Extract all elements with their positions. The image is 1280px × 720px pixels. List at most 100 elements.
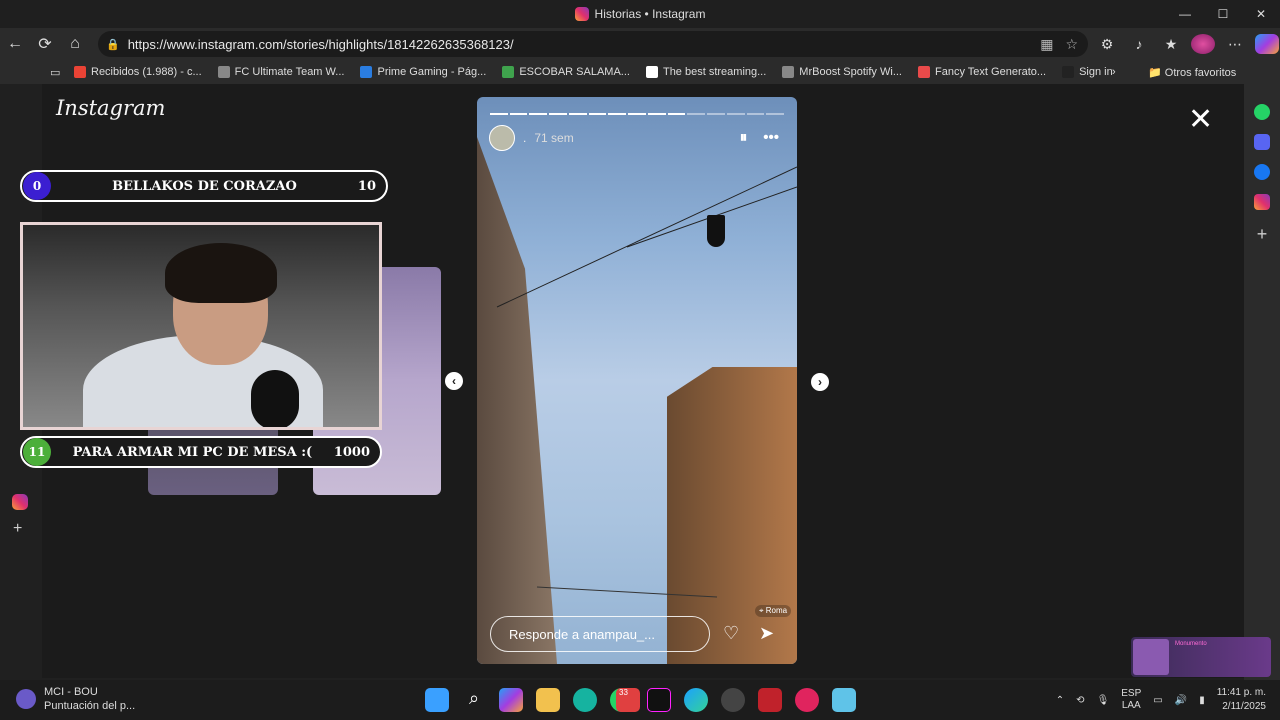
window-controls: — ☐ ✕	[1166, 0, 1280, 28]
new-tab-icon[interactable]: +	[13, 520, 22, 538]
network-icon[interactable]: ▭	[1153, 695, 1162, 706]
edge-icon[interactable]	[684, 688, 708, 712]
pause-icon[interactable]: ⏸	[740, 129, 748, 146]
language-code: ESP	[1121, 688, 1142, 699]
reply-input[interactable]: Responde a anampau_...	[490, 616, 710, 652]
close-story-button[interactable]: ✕	[1188, 102, 1213, 137]
bookmark-item[interactable]: Prime Gaming - Pág...	[360, 66, 486, 78]
file-explorer-icon[interactable]	[536, 688, 560, 712]
story-controls: ⏸ •••	[740, 129, 779, 146]
streamer-hair	[165, 243, 277, 303]
lock-icon[interactable]: 🔒	[106, 38, 120, 51]
copilot-taskbar-icon[interactable]	[499, 688, 523, 712]
music-overlay: Monumento	[1131, 637, 1271, 677]
bookmark-label: Fancy Text Generato...	[935, 66, 1047, 78]
maximize-button[interactable]: ☐	[1204, 0, 1242, 28]
other-favorites-label: Otros favoritos	[1164, 66, 1237, 79]
bookmark-favicon	[1062, 66, 1075, 78]
bookmark-item[interactable]: Recibidos (1.988) - c...	[74, 66, 202, 78]
location-sticker[interactable]: ⌖ Roma	[755, 605, 792, 617]
address-row: ← ⟳ ⌂ 🔒 https://www.instagram.com/storie…	[0, 28, 1280, 60]
goal-bar-bottom: 11 PARA ARMAR MI PC DE MESA :( 1000	[20, 436, 382, 468]
whatsapp-icon[interactable]	[1254, 104, 1270, 120]
windows-taskbar: MCI - BOU Puntuación del p... ⌕ 33 ⌃ ⟲ 🎙…	[0, 680, 1280, 720]
instagram-tab-icon[interactable]	[12, 494, 28, 510]
progress-segment	[549, 113, 567, 115]
progress-segment	[667, 113, 686, 115]
progress-segment	[529, 113, 548, 115]
back-icon[interactable]: ←	[0, 29, 30, 59]
next-story-button[interactable]: ›	[811, 373, 829, 391]
copilot-icon[interactable]	[1255, 34, 1279, 54]
chevron-right-icon[interactable]: ›	[1112, 66, 1116, 78]
previous-story-button[interactable]: ‹	[445, 372, 463, 390]
more-menu-icon[interactable]: ⋯	[1223, 36, 1247, 53]
clock[interactable]: 11:41 p. m. 2/11/2025	[1217, 686, 1266, 714]
close-window-button[interactable]: ✕	[1242, 0, 1280, 28]
favorite-star-icon[interactable]: ☆	[1065, 36, 1078, 53]
apps-icon[interactable]: ▦	[1040, 36, 1053, 53]
obs-icon[interactable]	[721, 688, 745, 712]
album-cover	[1133, 639, 1169, 675]
instagram-icon	[574, 7, 589, 21]
home-icon[interactable]: ⌂	[60, 29, 90, 59]
favorites-icon[interactable]: ★	[1159, 36, 1183, 53]
progress-segment	[490, 113, 508, 115]
progress-segment	[628, 113, 646, 115]
tiktok-icon[interactable]	[647, 688, 671, 712]
bookmark-item[interactable]: The best streaming...	[645, 66, 767, 78]
discord-icon[interactable]	[1254, 134, 1270, 150]
bookmarks-toggle-icon[interactable]: ▭	[50, 66, 64, 79]
bookmark-item[interactable]: Fancy Text Generato...	[918, 66, 1046, 78]
song-title: Monumento	[1175, 641, 1207, 647]
bookmarks-bar: ▭ Recibidos (1.988) - c... FC Ultimate Te…	[0, 60, 1280, 84]
minimize-button[interactable]: —	[1166, 0, 1204, 28]
mic-icon[interactable]: 🎙	[1097, 695, 1110, 706]
sync-icon[interactable]: ⟲	[1076, 695, 1084, 706]
instagram-logo[interactable]: Instagram	[56, 96, 165, 120]
battery-icon[interactable]: ▮	[1199, 695, 1205, 706]
add-sidebar-icon[interactable]: +	[1257, 224, 1268, 245]
instagram-icon[interactable]	[1254, 194, 1270, 210]
story-viewer[interactable]: . 71 sem ⏸ ••• ⌖ Roma Responde a anampau…	[477, 97, 797, 664]
other-favorites[interactable]: 📁 Otros favoritos	[1148, 66, 1236, 79]
bookmark-item[interactable]: Sign in	[1062, 66, 1113, 78]
chevron-up-icon[interactable]: ⌃	[1056, 695, 1064, 706]
profile-avatar[interactable]	[1191, 34, 1215, 54]
widgets[interactable]: MCI - BOU Puntuación del p...	[16, 685, 135, 713]
search-icon[interactable]: ⌕	[462, 688, 486, 712]
bookmark-item[interactable]: FC Ultimate Team W...	[217, 66, 344, 78]
bookmark-item[interactable]: MrBoost Spotify Wi...	[782, 66, 902, 78]
bookmark-item[interactable]: ESCOBAR SALAMA...	[502, 66, 630, 78]
url-text[interactable]: https://www.instagram.com/stories/highli…	[128, 37, 514, 52]
story-user-avatar[interactable]	[489, 125, 515, 151]
sports-widget-icon	[16, 689, 36, 709]
notepad-icon[interactable]	[832, 688, 856, 712]
story-header: . 71 sem	[489, 125, 574, 151]
whatsapp-taskbar-icon[interactable]: 33	[610, 688, 640, 712]
bookmark-list: Recibidos (1.988) - c... FC Ultimate Team…	[74, 66, 1129, 78]
window-titlebar: Historias • Instagram — ☐ ✕	[0, 0, 1280, 28]
share-icon[interactable]: ➤	[759, 623, 774, 644]
media-player-icon[interactable]	[795, 688, 819, 712]
read-aloud-icon[interactable]: ♪	[1127, 36, 1151, 52]
start-icon[interactable]	[425, 688, 449, 712]
story-username[interactable]: .	[523, 131, 526, 145]
facebook-icon[interactable]	[1254, 164, 1270, 180]
like-heart-icon[interactable]: ♡	[723, 623, 739, 644]
url-actions: ▦ ☆	[1040, 36, 1078, 53]
extensions-icon[interactable]: ⚙	[1095, 36, 1119, 53]
widget-subtitle: Puntuación del p...	[44, 700, 136, 712]
more-options-icon[interactable]: •••	[763, 129, 779, 146]
language-layout: LAA	[1121, 700, 1141, 711]
tf-icon[interactable]	[758, 688, 782, 712]
curseforge-icon[interactable]	[573, 688, 597, 712]
bookmark-favicon	[217, 66, 230, 78]
address-bar[interactable]: 🔒 https://www.instagram.com/stories/high…	[98, 31, 1088, 57]
bookmark-favicon	[645, 66, 658, 78]
bookmark-favicon	[918, 66, 930, 78]
volume-icon[interactable]: 🔊	[1175, 695, 1187, 706]
language-indicator[interactable]: ESP LAA	[1121, 688, 1141, 712]
refresh-icon[interactable]: ⟳	[30, 29, 60, 59]
bookmark-label: The best streaming...	[662, 66, 767, 78]
